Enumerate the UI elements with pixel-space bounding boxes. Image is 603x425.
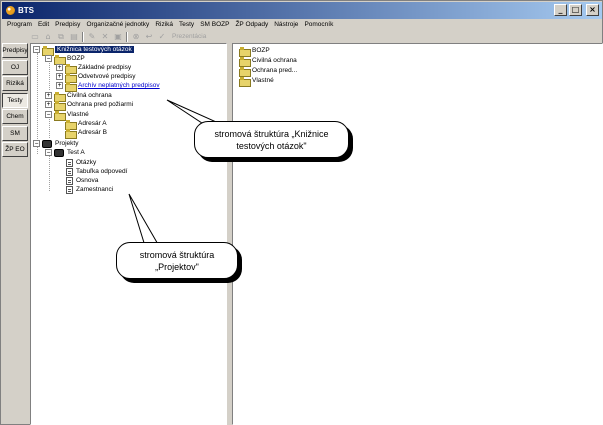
callout-text: stromová štruktúra „Knižnice testových o… <box>214 128 329 151</box>
callout-text: stromová štruktúra „Projektov" <box>139 249 215 272</box>
callout-projects-tree: stromová štruktúra „Projektov" <box>116 242 238 279</box>
callout-library-tree: stromová štruktúra „Knižnice testových o… <box>194 121 349 158</box>
callout-pointers <box>128 99 225 247</box>
app-window: BTS _ □ × Program Edit Predpisy Organiza… <box>0 0 603 425</box>
